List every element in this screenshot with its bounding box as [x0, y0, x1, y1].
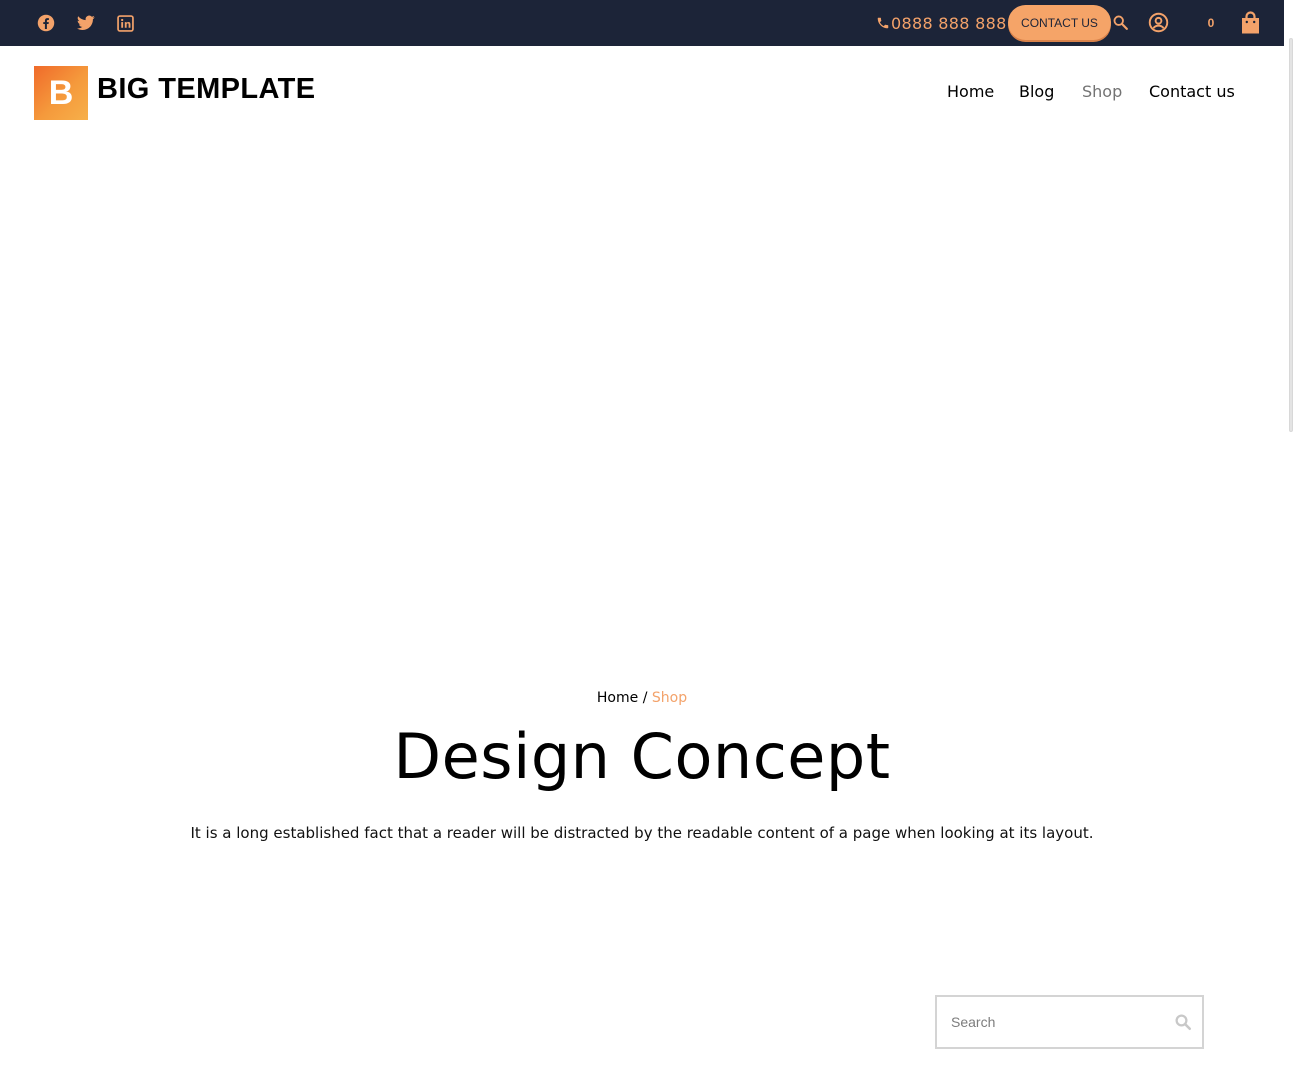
shopping-bag-icon[interactable]	[1239, 10, 1261, 35]
search-icon[interactable]	[1111, 13, 1129, 31]
sidebar-search	[935, 995, 1204, 1049]
page-title: Design Concept	[393, 720, 891, 793]
page-description: It is a long established fact that a rea…	[190, 824, 1094, 842]
breadcrumb: Home / Shop	[0, 690, 1284, 706]
search-submit-icon[interactable]	[1172, 1011, 1194, 1033]
breadcrumb-current: Shop	[651, 690, 688, 706]
page-scrollbar[interactable]	[1284, 0, 1300, 1080]
cart-count-badge: 0	[1207, 16, 1215, 30]
phone-icon	[877, 17, 889, 29]
phone-number: 0888 888 888	[891, 13, 1007, 33]
top-bar: 0888 888 888 CONTACT US 0	[0, 0, 1284, 46]
twitter-icon[interactable]	[77, 14, 95, 32]
user-account-icon[interactable]	[1148, 12, 1169, 33]
logo-letter: B	[48, 73, 74, 112]
scrollbar-thumb[interactable]	[1289, 38, 1293, 432]
phone-link[interactable]: 0888 888 888	[876, 12, 1007, 34]
search-input[interactable]	[951, 997, 1161, 1047]
nav-item-shop[interactable]: Shop	[1082, 82, 1122, 101]
linkedin-icon[interactable]	[116, 14, 134, 32]
contact-us-button[interactable]: CONTACT US	[1008, 5, 1111, 40]
nav-item-blog[interactable]: Blog	[1019, 82, 1054, 101]
breadcrumb-home[interactable]: Home	[597, 690, 638, 706]
nav-item-home[interactable]: Home	[947, 82, 994, 101]
logo-mark[interactable]: B	[34, 66, 88, 120]
facebook-icon[interactable]	[37, 14, 55, 32]
logo-text[interactable]: BIG TEMPLATE	[97, 73, 316, 106]
breadcrumb-separator: /	[642, 690, 648, 706]
nav-item-contact-us[interactable]: Contact us	[1149, 82, 1235, 101]
